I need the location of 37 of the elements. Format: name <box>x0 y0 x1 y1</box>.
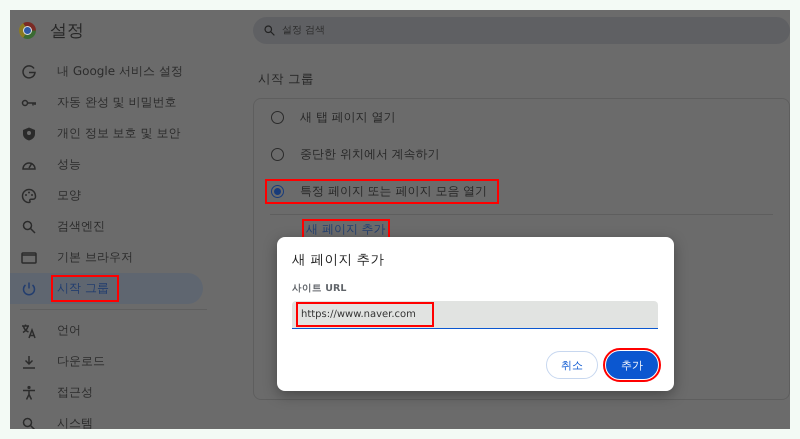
sidebar-item[interactable]: 접근성 <box>10 377 203 408</box>
radio-option[interactable]: 중단한 위치에서 계속하기 <box>265 142 452 167</box>
add-button[interactable]: 추가 <box>606 351 658 379</box>
sidebar-item[interactable]: 모양 <box>10 180 203 211</box>
search-icon <box>263 24 276 36</box>
url-value: https://www.naver.com <box>296 302 434 327</box>
sidebar-item[interactable]: 성능 <box>10 149 203 180</box>
g-letter-icon <box>21 64 37 80</box>
sidebar-item[interactable]: 언어 <box>10 315 203 346</box>
url-input-field[interactable]: https://www.naver.com <box>292 301 658 329</box>
palette-icon <box>21 188 37 204</box>
radio-option[interactable]: 특정 페이지 또는 페이지 모음 열기 <box>265 179 500 204</box>
sidebar-item[interactable]: 개인 정보 보호 및 보안 <box>10 118 203 149</box>
dialog-title: 새 페이지 추가 <box>292 251 386 269</box>
download-icon <box>21 354 37 370</box>
radio-button[interactable] <box>271 148 284 161</box>
shield-icon <box>21 126 37 142</box>
browser-logo-icon <box>19 22 36 38</box>
radio-button[interactable] <box>271 111 284 124</box>
translate-icon <box>21 322 37 338</box>
cancel-button[interactable]: 취소 <box>546 351 598 379</box>
radio-button[interactable] <box>271 185 284 198</box>
app-title: 설정 <box>50 20 84 42</box>
sidebar-item[interactable]: 자동 완성 및 비밀번호 <box>10 87 203 118</box>
radio-option[interactable]: 새 탭 페이지 열기 <box>265 105 408 130</box>
power-icon <box>21 280 37 296</box>
sidebar-item[interactable]: 검색엔진 <box>10 211 203 242</box>
sidebar-item[interactable]: 다운로드 <box>10 346 203 377</box>
accessibility-icon <box>21 384 37 400</box>
field-label: 사이트 URL <box>292 282 348 295</box>
search-icon <box>21 218 37 234</box>
sidebar-item[interactable]: 내 Google 서비스 설정 <box>10 56 203 87</box>
window-icon <box>21 250 37 266</box>
sidebar-item[interactable]: 시스템 <box>10 408 203 429</box>
sidebar-item[interactable]: 시작 그룹 <box>10 273 203 304</box>
sidebar-item[interactable]: 기본 브라우저 <box>10 242 203 273</box>
section-title: 시작 그룹 <box>258 71 314 88</box>
